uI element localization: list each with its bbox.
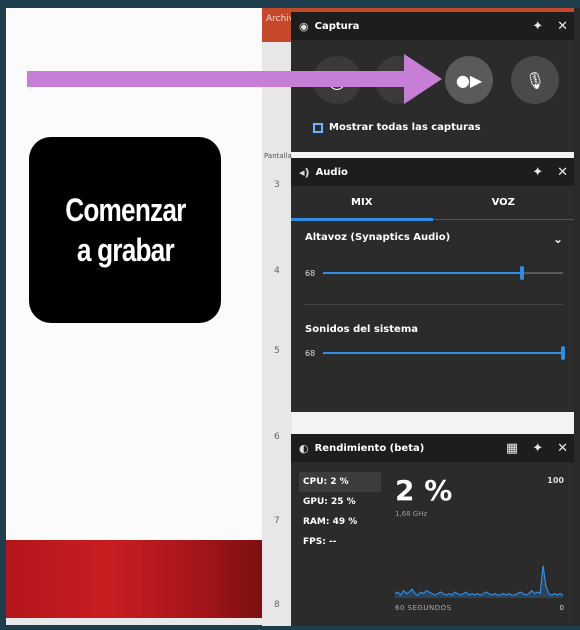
slider-fill xyxy=(323,352,563,354)
tab-divider xyxy=(433,219,574,220)
slider-thumb[interactable] xyxy=(520,266,525,280)
audio-widget: ◂) Audio ✦ ✕ MIX VOZ Altavoz (Synaptics … xyxy=(291,158,574,412)
start-recording-button[interactable]: ●▶ xyxy=(445,56,493,104)
tab-mix[interactable]: MIX xyxy=(291,186,433,220)
cpu-big-value: 2 % xyxy=(395,474,453,507)
stat-fps[interactable]: FPS: -- xyxy=(299,532,381,552)
graph-min-label: 0 xyxy=(559,604,564,612)
screenshot-button[interactable]: ◯ xyxy=(313,56,361,104)
record-icon: ●▶ xyxy=(455,70,483,90)
capture-title: Captura xyxy=(314,20,360,32)
close-icon[interactable]: ✕ xyxy=(557,165,568,180)
graph-time-label: 60 SEGUNDOS xyxy=(395,604,452,612)
record-last-icon: ↺ xyxy=(392,70,406,90)
speaker-icon: ◂) xyxy=(299,165,310,179)
close-icon[interactable]: ✕ xyxy=(557,441,568,456)
cpu-history-line xyxy=(395,565,563,597)
stat-gpu[interactable]: GPU: 25 % xyxy=(299,492,381,512)
instruction-line-2: a grabar xyxy=(76,232,174,268)
system-volume-value: 68 xyxy=(305,348,316,358)
stat-cpu[interactable]: CPU: 2 % xyxy=(299,472,381,492)
cpu-frequency: 1,68 GHz xyxy=(395,510,428,518)
audio-title: Audio xyxy=(315,166,348,178)
window-edge xyxy=(574,8,580,626)
camera-icon: ◯ xyxy=(328,70,346,90)
slide-number[interactable]: 6 xyxy=(274,432,280,442)
chevron-down-icon: ⌄ xyxy=(552,232,563,246)
audio-header: ◂) Audio ✦ ✕ xyxy=(291,158,574,186)
slider-thumb[interactable] xyxy=(561,346,565,360)
device-volume-slider[interactable]: 68 xyxy=(305,266,563,280)
system-sounds-row: Sonidos del sistema xyxy=(305,324,563,335)
slide-thumbnail-bar: Pantalla xyxy=(262,42,292,626)
record-last-button[interactable]: ↺ xyxy=(375,56,423,104)
pin-icon[interactable]: ✦ xyxy=(532,441,543,456)
slide-number[interactable]: 5 xyxy=(274,346,280,356)
performance-widget: ◐ Rendimiento (beta) ▦ ✦ ✕ CPU: 2 % GPU:… xyxy=(291,434,574,626)
pin-icon[interactable]: ✦ xyxy=(532,19,543,34)
microphone-icon: 🎙 xyxy=(524,70,546,90)
show-all-captures-label: Mostrar todas las capturas xyxy=(329,122,481,133)
gauge-icon: ◐ xyxy=(299,441,309,455)
system-volume-slider[interactable]: 68 xyxy=(305,346,565,360)
slide-number[interactable]: 3 xyxy=(274,180,280,190)
slider-fill xyxy=(323,272,523,274)
slide-number[interactable]: 4 xyxy=(274,266,280,276)
instruction-line-1: Comenzar xyxy=(64,192,186,228)
options-icon[interactable]: ▦ xyxy=(506,441,518,456)
gallery-icon xyxy=(313,122,323,133)
performance-header: ◐ Rendimiento (beta) ▦ ✦ ✕ xyxy=(291,434,574,462)
slide-number[interactable]: 8 xyxy=(274,600,280,610)
stat-ram[interactable]: RAM: 49 % xyxy=(299,512,381,532)
stats-list: CPU: 2 % GPU: 25 % RAM: 49 % FPS: -- xyxy=(299,472,381,552)
performance-title: Rendimiento (beta) xyxy=(314,442,425,454)
slider-track xyxy=(323,266,563,280)
thumbnail-bar-label: Pantalla xyxy=(264,152,292,160)
system-sounds-label: Sonidos del sistema xyxy=(305,324,418,335)
divider xyxy=(305,304,563,305)
show-all-captures-link[interactable]: Mostrar todas las capturas xyxy=(313,122,481,133)
slide-footer-band xyxy=(6,540,262,618)
graph-max-label: 100 xyxy=(547,476,564,485)
output-device-select[interactable]: Altavoz (Synaptics Audio) ⌄ xyxy=(305,232,563,246)
slide-bottom-strip xyxy=(6,618,262,625)
cpu-history-graph xyxy=(395,565,563,598)
close-icon[interactable]: ✕ xyxy=(557,19,568,34)
instruction-label: Comenzar a grabar xyxy=(29,137,221,323)
tab-voz[interactable]: VOZ xyxy=(433,186,575,220)
active-tab-indicator xyxy=(291,218,433,221)
output-device-name: Altavoz (Synaptics Audio) xyxy=(305,232,451,243)
camera-icon: ◉ xyxy=(299,19,309,33)
capture-header: ◉ Captura ✦ ✕ xyxy=(291,12,574,40)
audio-tabs: MIX VOZ xyxy=(291,186,575,221)
slide-number[interactable]: 7 xyxy=(274,516,280,526)
pin-icon[interactable]: ✦ xyxy=(532,165,543,180)
slider-track xyxy=(323,346,565,360)
device-volume-value: 68 xyxy=(305,268,316,278)
capture-widget: ◉ Captura ✦ ✕ ◯ ↺ ●▶ 🎙 Mostrar todas las… xyxy=(291,12,574,152)
microphone-button[interactable]: 🎙 xyxy=(511,56,559,104)
